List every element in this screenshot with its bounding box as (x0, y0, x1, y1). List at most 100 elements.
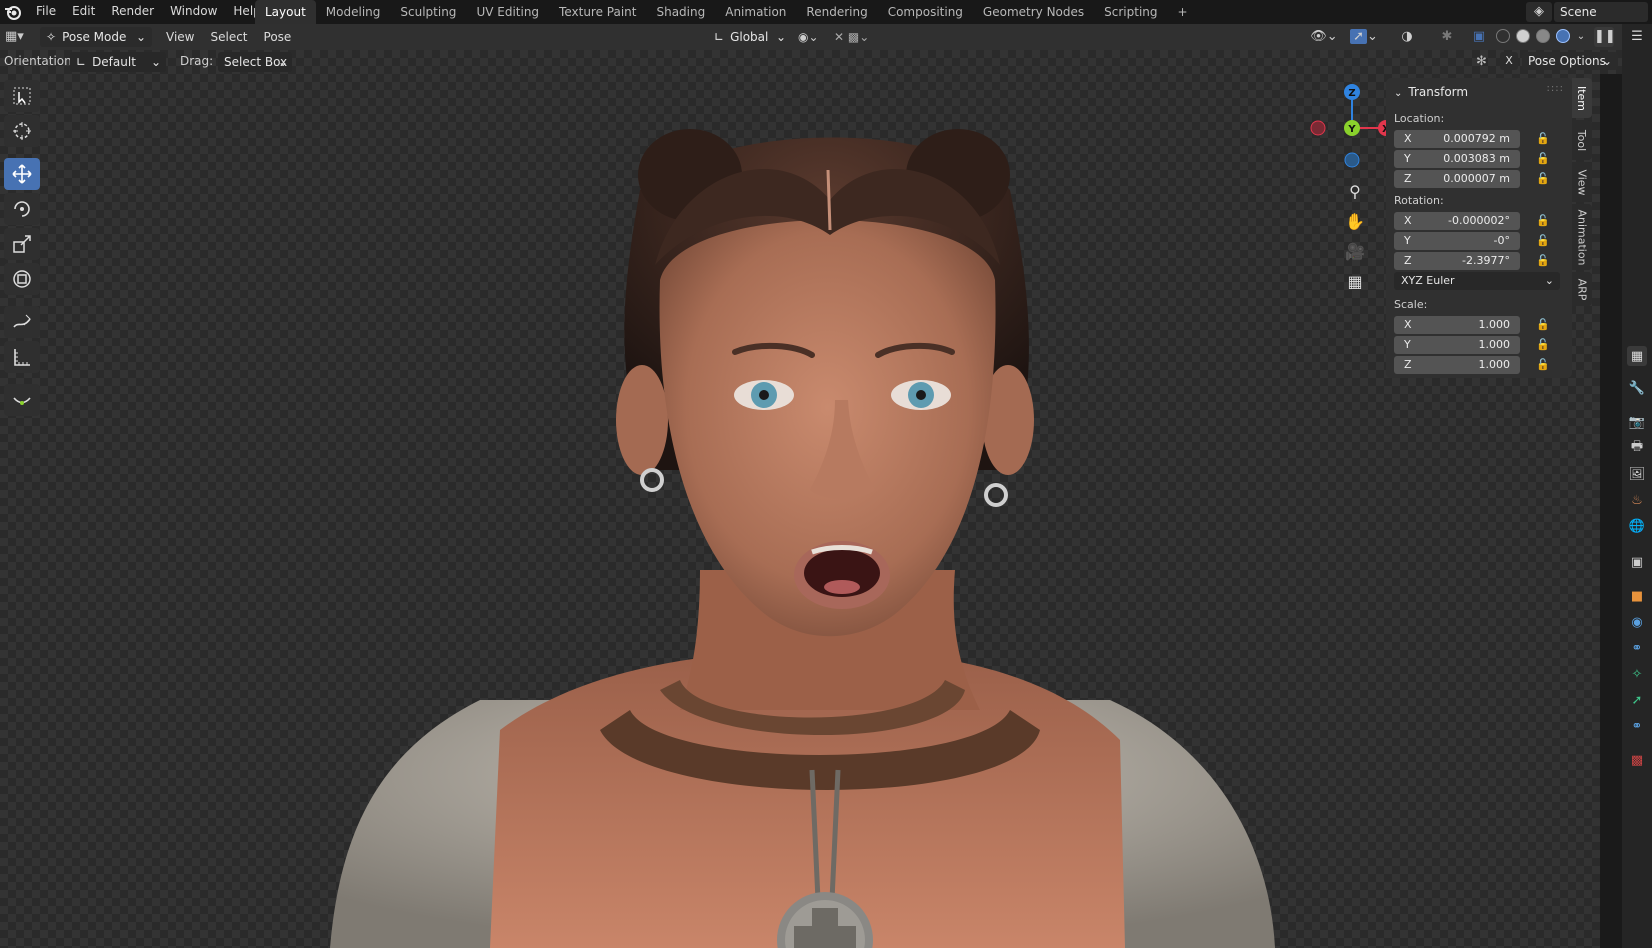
lock-icon[interactable]: 🔓 (1536, 318, 1552, 332)
add-workspace-button[interactable]: + (1168, 0, 1198, 24)
lock-icon[interactable]: 🔓 (1536, 254, 1552, 268)
tab-texture-paint[interactable]: Texture Paint (549, 0, 646, 24)
mirror-icon[interactable]: ✻ (1476, 54, 1487, 69)
tab-geometry-nodes[interactable]: Geometry Nodes (973, 0, 1094, 24)
overlays-icon[interactable]: ◑ (1394, 27, 1420, 47)
view-layer-icon[interactable]: 🖼 (1627, 464, 1647, 484)
orientation-dropdown[interactable]: ∟ Default ⌄ (70, 52, 166, 72)
editor-type-icon[interactable]: ▦▾ (5, 27, 33, 47)
blender-logo-icon[interactable] (4, 3, 22, 21)
object-properties-icon[interactable]: ■ (1627, 586, 1647, 606)
scale-y-field[interactable]: Y 1.000 (1394, 336, 1520, 354)
drag-dropdown[interactable]: Select Box ⌄ (218, 52, 292, 72)
tab-modeling[interactable]: Modeling (316, 0, 391, 24)
navigation-gizmo[interactable]: Z X Y (1306, 82, 1398, 174)
location-y-field[interactable]: Y 0.003083 m (1394, 150, 1520, 168)
tab-shading[interactable]: Shading (646, 0, 715, 24)
tool-properties-icon[interactable]: ▦ (1627, 346, 1647, 366)
menu-view[interactable]: View (158, 24, 202, 50)
outliner-icon[interactable]: ☰ (1627, 26, 1647, 46)
snap-icon[interactable]: ✕ ▩⌄ (834, 27, 884, 47)
lock-icon[interactable]: 🔓 (1536, 358, 1552, 372)
sidebar-tab-view[interactable]: View (1572, 162, 1592, 202)
gizmo-toggle-icon[interactable]: ➚ ⌄ (1346, 27, 1382, 47)
sidebar-tab-animation[interactable]: Animation (1572, 204, 1592, 270)
pose-options-dropdown[interactable]: Pose Options ⌄ (1522, 52, 1618, 70)
tab-scripting[interactable]: Scripting (1094, 0, 1167, 24)
xray-bones-icon[interactable]: ✱ (1434, 27, 1460, 47)
tab-rendering[interactable]: Rendering (796, 0, 877, 24)
menu-select[interactable]: Select (202, 24, 255, 50)
lock-icon[interactable]: 🔓 (1536, 338, 1552, 352)
solid-shading-icon[interactable] (1516, 29, 1530, 43)
scene-name-field[interactable]: Scene (1554, 2, 1648, 22)
location-z-field[interactable]: Z 0.000007 m (1394, 170, 1520, 188)
mode-dropdown[interactable]: ✧ Pose Mode ⌄ (40, 27, 152, 47)
physics-properties-icon[interactable]: ◉ (1627, 612, 1647, 632)
scale-tool[interactable] (4, 228, 40, 260)
menu-pose[interactable]: Pose (256, 24, 300, 50)
xray-icon[interactable]: ▣ (1470, 27, 1488, 47)
transform-tool[interactable] (4, 263, 40, 295)
rendered-shading-icon[interactable] (1556, 29, 1570, 43)
select-box-tool[interactable] (4, 80, 40, 112)
scene-properties-icon[interactable]: ♨ (1627, 490, 1647, 510)
render-properties-icon[interactable]: 📷 (1627, 412, 1647, 432)
tab-animation[interactable]: Animation (715, 0, 796, 24)
lock-icon[interactable]: 🔓 (1536, 132, 1552, 146)
tab-uv-editing[interactable]: UV Editing (466, 0, 549, 24)
rotation-z-field[interactable]: Z -2.3977° (1394, 252, 1520, 270)
lock-icon[interactable]: 🔓 (1536, 214, 1552, 228)
tab-layout[interactable]: Layout (255, 0, 316, 24)
rotation-mode-dropdown[interactable]: XYZ Euler ⌄ (1394, 272, 1560, 290)
menu-edit[interactable]: Edit (64, 0, 103, 24)
location-x-field[interactable]: X 0.000792 m (1394, 130, 1520, 148)
pan-hand-icon[interactable]: ✋ (1340, 208, 1370, 234)
scene-selector-icon[interactable]: ◈ (1526, 2, 1552, 22)
rotate-tool[interactable] (4, 193, 40, 225)
rotation-x-field[interactable]: X -0.000002° (1394, 212, 1520, 230)
relax-pose-tool[interactable] (4, 384, 40, 416)
wireframe-shading-icon[interactable] (1496, 29, 1510, 43)
tool-wrench-icon[interactable]: 🔧 (1627, 378, 1647, 398)
collection-properties-icon[interactable]: ▣ (1627, 552, 1647, 572)
sidebar-tab-arp[interactable]: ARP (1572, 272, 1592, 306)
transform-orientation-dropdown[interactable]: ∟ Global ⌄ (708, 27, 790, 47)
shading-options-icon[interactable]: ⌄ (1574, 27, 1588, 47)
menu-render[interactable]: Render (103, 0, 162, 24)
sidebar-tab-tool[interactable]: Tool (1572, 120, 1592, 160)
lock-icon[interactable]: 🔓 (1536, 234, 1552, 248)
tab-compositing[interactable]: Compositing (878, 0, 973, 24)
menu-window[interactable]: Window (162, 0, 225, 24)
pivot-point-icon[interactable]: ◉⌄ (798, 27, 828, 47)
scale-x-field[interactable]: X 1.000 (1394, 316, 1520, 334)
3d-viewport[interactable] (0, 50, 1622, 948)
ortho-grid-icon[interactable]: ▦ (1340, 268, 1370, 294)
visibility-icon[interactable]: 👁⌄ (1308, 27, 1340, 47)
x-mirror-toggle[interactable]: X (1500, 52, 1518, 70)
bone-properties-icon[interactable]: ➚ (1627, 690, 1647, 710)
lock-icon[interactable]: 🔓 (1536, 152, 1552, 166)
menu-file[interactable]: File (28, 0, 64, 24)
material-shading-icon[interactable] (1536, 29, 1550, 43)
tab-sculpting[interactable]: Sculpting (390, 0, 466, 24)
annotate-tool[interactable] (4, 306, 40, 338)
armature-data-icon[interactable]: ✧ (1627, 664, 1647, 684)
pause-render-icon[interactable]: ❚❚ (1594, 27, 1616, 47)
sidebar-tab-item[interactable]: Item (1572, 78, 1592, 118)
bone-constraints-icon[interactable]: ⚭ (1627, 716, 1647, 736)
drag-grip-icon[interactable]: :::: (1547, 83, 1564, 94)
cursor-tool[interactable] (4, 115, 40, 147)
rotation-y-field[interactable]: Y -0° (1394, 232, 1520, 250)
constraints-properties-icon[interactable]: ⚭ (1627, 638, 1647, 658)
move-tool[interactable] (4, 158, 40, 190)
lock-icon[interactable]: 🔓 (1536, 172, 1552, 186)
zoom-icon[interactable]: ⚲ (1340, 178, 1370, 204)
camera-icon[interactable]: 🎥 (1340, 238, 1370, 264)
measure-tool[interactable] (4, 341, 40, 373)
transform-panel-header[interactable]: ⌄ Transform (1394, 82, 1468, 102)
output-properties-icon[interactable]: 🖶 (1627, 438, 1647, 458)
world-properties-icon[interactable]: 🌐 (1627, 516, 1647, 536)
scale-z-field[interactable]: Z 1.000 (1394, 356, 1520, 374)
texture-properties-icon[interactable]: ▩ (1627, 750, 1647, 770)
